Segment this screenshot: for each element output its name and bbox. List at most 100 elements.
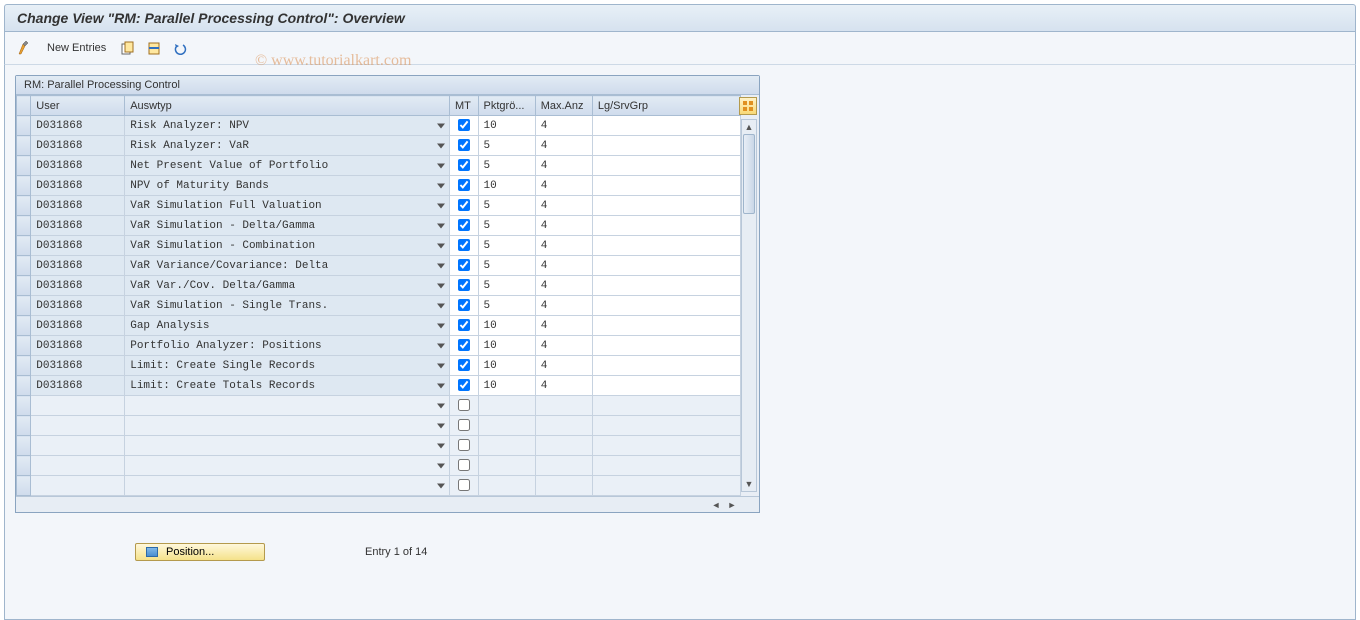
mt-checkbox[interactable] [458, 199, 470, 211]
cell-max[interactable]: 4 [535, 356, 592, 376]
cell-mt-checkbox[interactable] [449, 336, 478, 356]
cell-pkt[interactable]: 5 [478, 216, 535, 236]
col-selector[interactable] [17, 96, 31, 116]
cell-user[interactable]: D031868 [31, 216, 125, 236]
cell-pkt[interactable]: 5 [478, 156, 535, 176]
col-maxanz[interactable]: Max.Anz [535, 96, 592, 116]
cell-mt-checkbox[interactable] [449, 236, 478, 256]
cell-pkt[interactable]: 5 [478, 236, 535, 256]
cell-user[interactable]: D031868 [31, 336, 125, 356]
cell-mt-checkbox[interactable] [449, 396, 478, 416]
mt-checkbox[interactable] [458, 439, 470, 451]
row-selector[interactable] [17, 456, 31, 476]
cell-auswtyp-dropdown[interactable] [125, 416, 450, 436]
mt-checkbox[interactable] [458, 179, 470, 191]
cell-lg[interactable] [592, 136, 740, 156]
cell-lg[interactable] [592, 396, 740, 416]
cell-auswtyp-dropdown[interactable]: Portfolio Analyzer: Positions [125, 336, 450, 356]
cell-max[interactable]: 4 [535, 256, 592, 276]
cell-lg[interactable] [592, 116, 740, 136]
cell-user[interactable]: D031868 [31, 296, 125, 316]
scroll-up-icon[interactable]: ▲ [742, 120, 756, 134]
cell-mt-checkbox[interactable] [449, 356, 478, 376]
cell-max[interactable]: 4 [535, 156, 592, 176]
cell-auswtyp-dropdown[interactable] [125, 396, 450, 416]
cell-auswtyp-dropdown[interactable] [125, 456, 450, 476]
mt-checkbox[interactable] [458, 319, 470, 331]
cell-auswtyp-dropdown[interactable]: VaR Simulation - Combination [125, 236, 450, 256]
row-selector[interactable] [17, 136, 31, 156]
copy-as-icon[interactable] [118, 38, 138, 58]
cell-auswtyp-dropdown[interactable]: NPV of Maturity Bands [125, 176, 450, 196]
mt-checkbox[interactable] [458, 379, 470, 391]
cell-max[interactable]: 4 [535, 296, 592, 316]
cell-mt-checkbox[interactable] [449, 476, 478, 496]
new-entries-button[interactable]: New Entries [41, 40, 112, 56]
cell-max[interactable]: 4 [535, 216, 592, 236]
vertical-scrollbar[interactable]: ▲ ▼ [741, 119, 757, 492]
cell-max[interactable] [535, 476, 592, 496]
cell-max[interactable] [535, 456, 592, 476]
cell-mt-checkbox[interactable] [449, 176, 478, 196]
cell-pkt[interactable]: 5 [478, 296, 535, 316]
cell-pkt[interactable]: 5 [478, 256, 535, 276]
cell-auswtyp-dropdown[interactable]: Gap Analysis [125, 316, 450, 336]
cell-mt-checkbox[interactable] [449, 316, 478, 336]
cell-pkt[interactable]: 5 [478, 196, 535, 216]
cell-max[interactable]: 4 [535, 376, 592, 396]
cell-pkt[interactable]: 10 [478, 176, 535, 196]
cell-lg[interactable] [592, 176, 740, 196]
cell-lg[interactable] [592, 356, 740, 376]
mt-checkbox[interactable] [458, 419, 470, 431]
col-lgsrvgrp[interactable]: Lg/SrvGrp [592, 96, 740, 116]
row-selector[interactable] [17, 376, 31, 396]
position-button[interactable]: Position... [135, 543, 265, 561]
cell-auswtyp-dropdown[interactable]: Risk Analyzer: NPV [125, 116, 450, 136]
cell-auswtyp-dropdown[interactable]: Limit: Create Totals Records [125, 376, 450, 396]
cell-lg[interactable] [592, 456, 740, 476]
mt-checkbox[interactable] [458, 279, 470, 291]
mt-checkbox[interactable] [458, 119, 470, 131]
row-selector[interactable] [17, 316, 31, 336]
cell-mt-checkbox[interactable] [449, 256, 478, 276]
mt-checkbox[interactable] [458, 259, 470, 271]
cell-pkt[interactable]: 10 [478, 336, 535, 356]
cell-max[interactable]: 4 [535, 276, 592, 296]
mt-checkbox[interactable] [458, 359, 470, 371]
cell-max[interactable]: 4 [535, 316, 592, 336]
cell-user[interactable]: D031868 [31, 236, 125, 256]
cell-lg[interactable] [592, 196, 740, 216]
cell-lg[interactable] [592, 316, 740, 336]
scroll-thumb[interactable] [743, 134, 755, 214]
cell-auswtyp-dropdown[interactable]: VaR Simulation - Delta/Gamma [125, 216, 450, 236]
row-selector[interactable] [17, 236, 31, 256]
row-selector[interactable] [17, 216, 31, 236]
row-selector[interactable] [17, 156, 31, 176]
cell-lg[interactable] [592, 156, 740, 176]
cell-mt-checkbox[interactable] [449, 136, 478, 156]
cell-auswtyp-dropdown[interactable]: VaR Variance/Covariance: Delta [125, 256, 450, 276]
cell-pkt[interactable] [478, 416, 535, 436]
cell-mt-checkbox[interactable] [449, 196, 478, 216]
cell-user[interactable]: D031868 [31, 156, 125, 176]
row-selector[interactable] [17, 256, 31, 276]
cell-pkt[interactable]: 5 [478, 276, 535, 296]
row-selector[interactable] [17, 336, 31, 356]
col-user[interactable]: User [31, 96, 125, 116]
cell-max[interactable]: 4 [535, 116, 592, 136]
row-selector[interactable] [17, 416, 31, 436]
cell-auswtyp-dropdown[interactable]: Limit: Create Single Records [125, 356, 450, 376]
cell-max[interactable]: 4 [535, 136, 592, 156]
mt-checkbox[interactable] [458, 399, 470, 411]
cell-pkt[interactable] [478, 396, 535, 416]
row-selector[interactable] [17, 356, 31, 376]
cell-pkt[interactable]: 10 [478, 376, 535, 396]
mt-checkbox[interactable] [458, 299, 470, 311]
cell-mt-checkbox[interactable] [449, 156, 478, 176]
row-selector[interactable] [17, 396, 31, 416]
cell-mt-checkbox[interactable] [449, 296, 478, 316]
cell-pkt[interactable] [478, 456, 535, 476]
table-settings-button[interactable] [739, 97, 757, 115]
cell-max[interactable]: 4 [535, 196, 592, 216]
mt-checkbox[interactable] [458, 479, 470, 491]
